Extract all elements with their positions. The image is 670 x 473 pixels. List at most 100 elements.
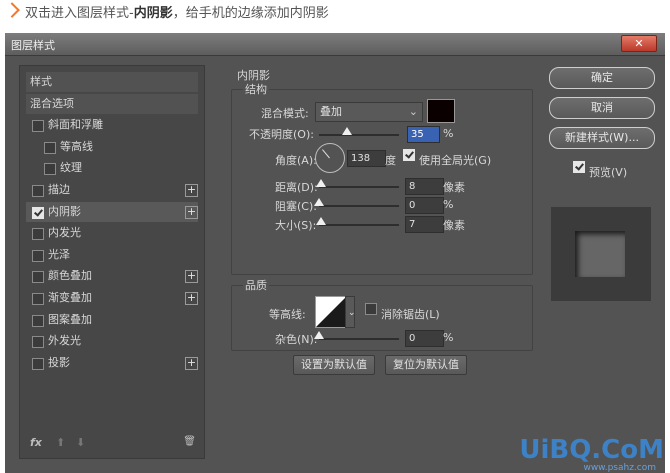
contour-dropdown[interactable]: ⌄	[345, 296, 356, 328]
caption-suffix: ，给手机的边缘添加内阴影	[172, 6, 329, 21]
style-item-label: 描边	[48, 183, 70, 196]
move-down-icon[interactable]: ⬇	[76, 436, 85, 449]
style-item-9[interactable]: 颜色叠加 +	[26, 266, 198, 286]
layer-style-dialog: 图层样式 ✕ 样式 混合选项 斜面和浮雕 等高线 纹理 描边 + 内阴影 + 内发光 光泽 颜色叠加 +…	[5, 33, 665, 473]
style-item-checkbox[interactable]	[32, 120, 44, 133]
arrow-icon	[4, 2, 20, 18]
contour-preview[interactable]	[315, 296, 347, 328]
style-item-checkbox[interactable]	[32, 228, 44, 241]
style-item-6[interactable]: 内阴影 +	[26, 201, 198, 222]
style-item-11[interactable]: 图案叠加	[26, 310, 198, 330]
size-slider[interactable]	[316, 217, 399, 226]
add-effect-icon[interactable]: +	[185, 292, 198, 305]
inner-shadow-settings: 内阴影 结构 混合模式: 叠加 ⌄ 不透明度(O): 35 % 角度(A): 1…	[229, 65, 543, 457]
style-item-checkbox[interactable]	[32, 293, 44, 305]
move-up-icon[interactable]: ⬆	[56, 436, 65, 449]
style-item-label: 外发光	[48, 334, 81, 348]
set-default-button[interactable]: 设置为默认值	[293, 355, 375, 375]
window-title: 图层样式	[11, 39, 55, 52]
blend-mode-select[interactable]: 叠加 ⌄	[315, 102, 423, 122]
style-item-checkbox[interactable]	[32, 249, 44, 262]
distance-input[interactable]: 8	[405, 178, 444, 195]
article-caption: 双击进入图层样式-内阴影，给手机的边缘添加内阴影	[0, 0, 670, 30]
structure-title: 结构	[243, 81, 269, 97]
style-item-8[interactable]: 光泽	[26, 245, 198, 265]
preview-label: 预览(V)	[589, 166, 628, 179]
opacity-slider-thumb[interactable]	[342, 127, 352, 135]
style-item-checkbox[interactable]	[44, 163, 56, 176]
add-effect-icon[interactable]: +	[185, 270, 198, 284]
blend-mode-label: 混合模式:	[261, 107, 309, 120]
distance-label: 距离(D):	[275, 181, 318, 194]
title-bar: 图层样式 ✕	[5, 33, 665, 56]
style-item-checkbox[interactable]	[32, 271, 44, 284]
style-item-label: 斜面和浮雕	[48, 118, 103, 132]
style-item-checkbox[interactable]	[32, 336, 44, 349]
ok-button[interactable]: 确定	[549, 67, 655, 89]
add-effect-icon[interactable]: +	[185, 184, 198, 197]
add-effect-icon[interactable]: +	[185, 205, 198, 219]
new-style-button[interactable]: 新建样式(W)...	[549, 127, 655, 149]
antialias-checkbox[interactable]	[365, 303, 377, 315]
style-item-checkbox[interactable]	[32, 357, 44, 370]
fx-icon[interactable]: fx	[30, 436, 42, 449]
opacity-unit: %	[443, 127, 454, 140]
choke-slider[interactable]	[314, 198, 399, 207]
style-item-12[interactable]: 外发光	[26, 331, 198, 351]
antialias-label: 消除锯齿(L)	[381, 308, 440, 321]
style-item-label: 渐变叠加	[48, 291, 92, 304]
choke-unit: %	[443, 198, 454, 211]
style-item-label: 光泽	[48, 247, 70, 261]
size-slider-thumb[interactable]	[316, 217, 327, 225]
opacity-label: 不透明度(O):	[249, 128, 314, 141]
style-item-3[interactable]: 等高线	[26, 137, 198, 157]
watermark-sub: www.psahz.com	[583, 463, 656, 473]
style-list-panel: 样式 混合选项 斜面和浮雕 等高线 纹理 描边 + 内阴影 + 内发光 光泽 颜色叠加 + 渐变叠加 + 图案…	[19, 65, 205, 459]
style-item-label: 图案叠加	[48, 312, 92, 326]
noise-input[interactable]: 0	[405, 330, 444, 347]
style-item-checkbox[interactable]	[32, 314, 44, 327]
choke-input[interactable]: 0	[405, 197, 444, 214]
size-unit: 像素	[443, 219, 465, 232]
shadow-color-swatch[interactable]	[427, 99, 455, 123]
caption-highlight: 内阴影	[133, 6, 173, 21]
noise-slider-thumb[interactable]	[314, 331, 324, 339]
preview-checkbox[interactable]	[573, 161, 585, 173]
style-item-label: 纹理	[60, 161, 82, 175]
add-effect-icon[interactable]: +	[185, 356, 198, 370]
style-item-10[interactable]: 渐变叠加 +	[26, 288, 198, 308]
dialog-actions: 确定 取消 新建样式(W)... 预览(V)	[549, 65, 657, 457]
style-item-label: 样式	[30, 75, 52, 88]
style-item-checkbox[interactable]	[44, 141, 56, 154]
angle-unit: 度	[385, 154, 396, 167]
style-item-5[interactable]: 描边 +	[26, 180, 198, 200]
global-light-checkbox[interactable]	[403, 149, 415, 161]
size-input[interactable]: 7	[405, 216, 444, 233]
distance-slider[interactable]	[316, 179, 399, 188]
opacity-input[interactable]: 35	[407, 126, 440, 143]
style-item-0[interactable]: 样式	[26, 72, 198, 92]
close-button[interactable]: ✕	[621, 35, 657, 52]
quality-title: 品质	[243, 277, 269, 293]
style-item-label: 内发光	[48, 226, 81, 240]
style-item-4[interactable]: 纹理	[26, 158, 198, 178]
site-watermark: UiBQ.CoM www.psahz.com	[519, 435, 664, 473]
style-item-label: 投影	[48, 355, 70, 369]
style-item-1[interactable]: 混合选项	[26, 93, 198, 114]
angle-input[interactable]: 138	[347, 150, 386, 167]
distance-slider-thumb[interactable]	[316, 179, 327, 187]
style-item-2[interactable]: 斜面和浮雕	[26, 115, 198, 135]
reset-default-button[interactable]: 复位为默认值	[385, 355, 467, 375]
noise-slider[interactable]	[314, 331, 399, 340]
cancel-button[interactable]: 取消	[549, 97, 655, 119]
style-item-checkbox[interactable]	[32, 185, 44, 197]
preview-thumbnail	[575, 231, 625, 277]
opacity-slider[interactable]	[319, 127, 399, 136]
global-light-label: 使用全局光(G)	[419, 154, 492, 167]
choke-slider-thumb[interactable]	[314, 198, 324, 206]
trash-icon[interactable]: 🗑	[183, 436, 196, 447]
style-item-checkbox[interactable]	[32, 206, 44, 219]
angle-dial[interactable]	[315, 143, 345, 173]
style-item-7[interactable]: 内发光	[26, 223, 198, 243]
style-item-13[interactable]: 投影 +	[26, 353, 198, 373]
